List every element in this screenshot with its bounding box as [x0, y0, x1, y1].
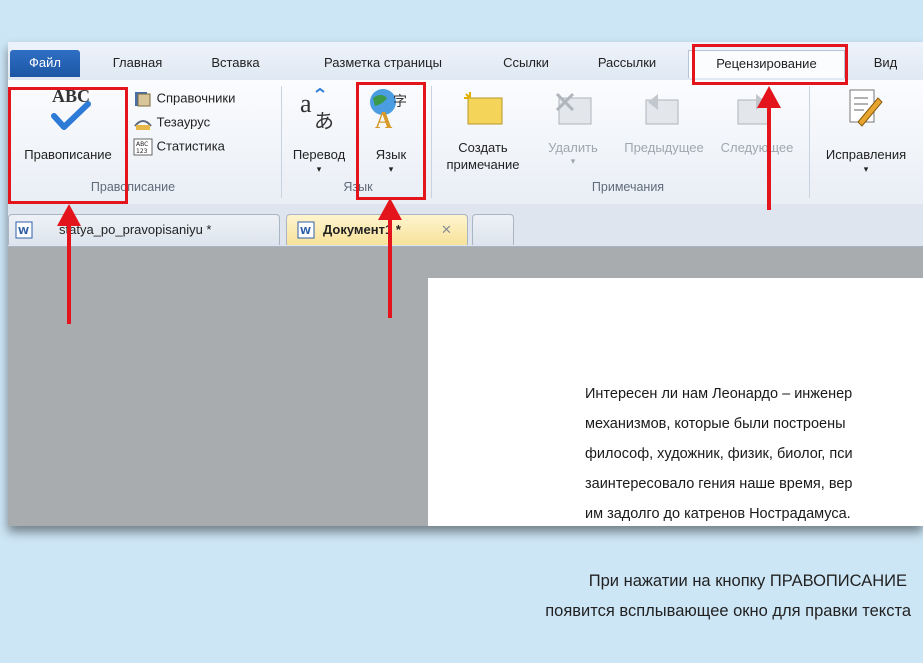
highlight-spelling-box [8, 87, 128, 204]
statistics-label: Статистика [156, 138, 225, 154]
highlight-language-box [356, 82, 426, 200]
track-changes-icon [849, 89, 883, 127]
doc-text-line: заинтересовало гения наше время, вер [585, 476, 853, 492]
stats-123-glyph: 123 [136, 148, 148, 155]
statistics-button[interactable]: ABC 123 Статистика [133, 138, 225, 156]
svg-text:W: W [300, 226, 311, 237]
delete-comment-icon [555, 92, 592, 125]
tab-home[interactable]: Главная [100, 50, 175, 77]
close-icon[interactable]: ✕ [441, 215, 452, 245]
new-comment-icon [464, 92, 503, 125]
tab-references[interactable]: Ссылки [486, 50, 566, 77]
translate-label: Перевод [292, 147, 346, 162]
svg-text:a: a [300, 89, 312, 118]
delete-dropdown-icon: ▾ [570, 156, 576, 166]
thesaurus-icon [134, 120, 152, 130]
thesaurus-button[interactable]: Тезаурус [133, 114, 210, 132]
new-comment-label-1: Создать [458, 140, 508, 155]
statistics-icon: ABC 123 [133, 138, 153, 156]
caption-line-2: появится всплывающее окно для правки тек… [545, 602, 911, 620]
group-separator [281, 86, 282, 198]
document-page[interactable]: Интересен ли нам Леонардо – инженер меха… [428, 278, 923, 526]
document-tab-2[interactable]: W Документ1 * ✕ [286, 214, 468, 245]
group-separator [431, 86, 432, 198]
research-label: Справочники [156, 90, 236, 106]
word-doc-icon: W [15, 221, 33, 239]
tab-file[interactable]: Файл [10, 50, 80, 77]
delete-comment-label: Удалить [548, 140, 598, 155]
doc-text-line: философ, художник, физик, биолог, пси [585, 446, 853, 462]
research-book-icon [135, 92, 151, 107]
document-tab-1-label: statya_po_pravopisaniyu * [59, 222, 212, 237]
tab-page-layout[interactable]: Разметка страницы [298, 50, 468, 77]
document-tab-bar: W statya_po_pravopisaniyu * W Документ1 … [8, 204, 923, 247]
next-comment-label: Следующее [720, 140, 794, 155]
thesaurus-label: Тезаурус [156, 114, 211, 130]
doc-text-line: Интересен ли нам Леонардо – инженер [585, 386, 853, 402]
translate-icon: a あ [300, 88, 334, 132]
highlight-review-tab-box [692, 44, 848, 85]
tab-insert[interactable]: Вставка [198, 50, 273, 77]
caption-line-1: При нажатии на кнопку ПРАВОПИСАНИЕ [588, 572, 907, 590]
tab-view[interactable]: Вид [858, 50, 913, 77]
new-comment-label-2: примечание [446, 157, 520, 172]
svg-text:あ: あ [314, 109, 334, 132]
word-window: Файл Главная Вставка Разметка страницы С… [8, 42, 923, 526]
research-button[interactable]: Справочники [133, 90, 235, 108]
ribbon: ABC Правописание Справочники Тезаурус AB… [8, 80, 923, 205]
tab-mailings[interactable]: Рассылки [582, 50, 672, 77]
previous-comment-icon [645, 94, 679, 125]
doc-text-line: механизмов, которые были построены [585, 416, 846, 432]
group-label-comments: Примечания [591, 180, 665, 194]
new-tab-button[interactable] [472, 214, 514, 245]
translate-dropdown-icon: ▾ [316, 164, 322, 174]
doc-text-line: им задолго до катренов Нострадамуса. [585, 506, 851, 522]
stats-abc-glyph: ABC [136, 141, 148, 148]
track-dropdown-icon: ▾ [863, 164, 869, 174]
group-separator [809, 86, 810, 198]
track-changes-label: Исправления [825, 147, 907, 162]
document-tab-1[interactable]: W statya_po_pravopisaniyu * [8, 214, 280, 245]
previous-comment-label: Предыдущее [624, 140, 704, 155]
svg-text:W: W [18, 226, 29, 237]
word-doc-icon: W [297, 221, 315, 239]
